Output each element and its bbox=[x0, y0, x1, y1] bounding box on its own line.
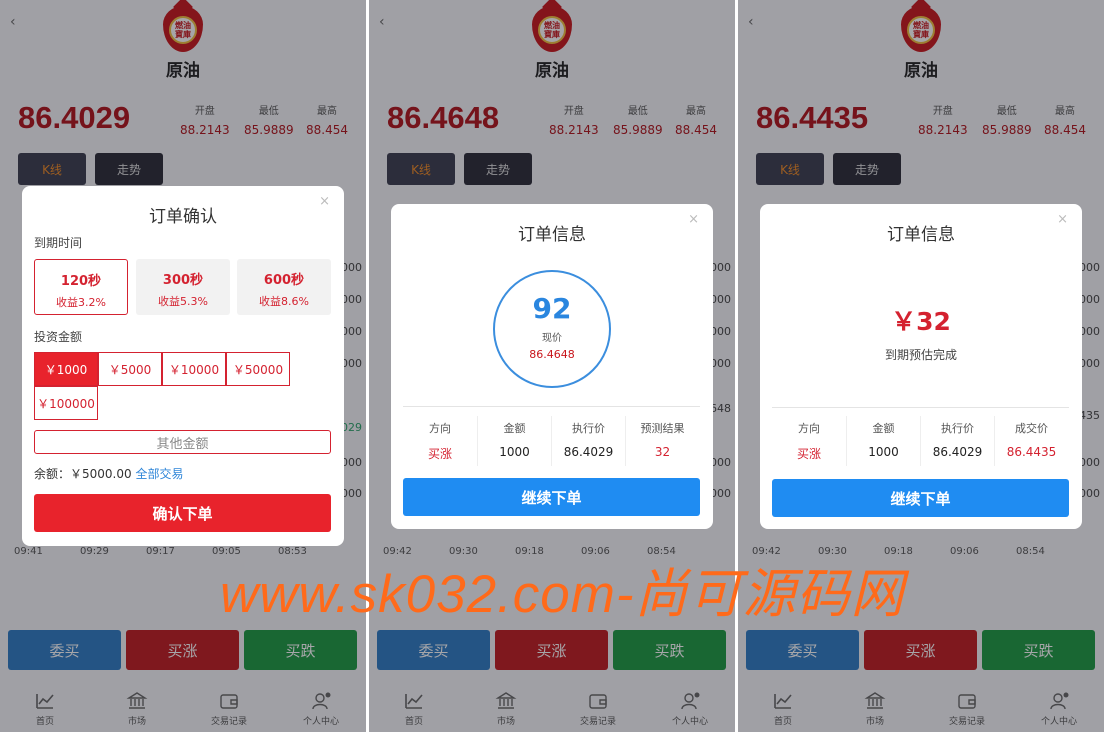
amount-label: 投资金额 bbox=[34, 330, 83, 344]
amount-option-10000[interactable]: ￥10000 bbox=[162, 352, 226, 386]
expiry-time: 600秒 bbox=[263, 273, 305, 288]
summary-value: 1000 bbox=[868, 445, 899, 459]
confirm-order-button[interactable]: 确认下单 bbox=[34, 494, 331, 532]
summary-header: 方向 bbox=[798, 422, 820, 435]
divider bbox=[772, 407, 1069, 408]
summary-header: 执行价 bbox=[941, 422, 974, 435]
amount-option-5000[interactable]: ￥5000 bbox=[98, 352, 162, 386]
summary-forecast: 预测结果 32 bbox=[625, 416, 699, 466]
summary-value: 86.4435 bbox=[1006, 445, 1057, 459]
order-summary: 方向 买涨 金额 1000 执行价 86.4029 成交价 86.4435 bbox=[772, 416, 1069, 466]
all-trade-link[interactable]: 全部交易 bbox=[135, 467, 183, 481]
order-info-dialog: 订单信息 × 92 现价 86.4648 方向 买涨 金额 1000 执行价 8… bbox=[391, 204, 713, 529]
dialog-title: 订单信息 bbox=[518, 225, 586, 245]
amount-option-100000[interactable]: ￥100000 bbox=[34, 386, 98, 420]
order-confirm-dialog: 订单确认 × 到期时间 120秒 收益3.2% 300秒 收益5.3% 600秒… bbox=[22, 186, 344, 546]
order-result-dialog: 订单信息 × ￥32 到期预估完成 方向 买涨 金额 1000 执行价 86.4… bbox=[760, 204, 1082, 529]
summary-header: 执行价 bbox=[572, 422, 605, 435]
close-icon[interactable]: × bbox=[319, 194, 330, 209]
summary-value: 32 bbox=[654, 445, 671, 459]
summary-value: 1000 bbox=[499, 445, 530, 459]
payout-status: 到期预估完成 bbox=[884, 348, 957, 362]
summary-amount: 金额 1000 bbox=[477, 416, 551, 466]
summary-header: 金额 bbox=[872, 422, 895, 435]
expiry-rate: 收益8.6% bbox=[259, 295, 309, 308]
payout-amount: ￥32 bbox=[891, 307, 951, 336]
summary-header: 预测结果 bbox=[640, 422, 685, 435]
close-icon[interactable]: × bbox=[1057, 212, 1068, 227]
summary-header: 金额 bbox=[503, 422, 526, 435]
summary-strike: 执行价 86.4029 bbox=[551, 416, 625, 466]
watermark-text: www.sk032.com-尚可源码网 bbox=[220, 565, 905, 624]
summary-direction: 方向 买涨 bbox=[772, 416, 846, 466]
summary-value: 买涨 bbox=[796, 447, 821, 461]
summary-value: 86.4029 bbox=[563, 445, 614, 459]
dialog-title: 订单确认 bbox=[149, 207, 217, 227]
expiry-option-300[interactable]: 300秒 收益5.3% bbox=[136, 259, 230, 315]
countdown-value: 92 bbox=[532, 292, 572, 325]
current-price-label: 现价 bbox=[542, 333, 562, 344]
amount-option-50000[interactable]: ￥50000 bbox=[226, 352, 290, 386]
expiry-label: 到期时间 bbox=[34, 236, 83, 250]
order-summary: 方向 买涨 金额 1000 执行价 86.4029 预测结果 32 bbox=[403, 416, 700, 466]
balance-text: 余额：￥5000.00 bbox=[34, 467, 132, 481]
summary-header: 方向 bbox=[429, 422, 451, 435]
other-amount-input[interactable]: 其他金额 bbox=[34, 430, 331, 454]
expiry-rate: 收益5.3% bbox=[158, 295, 208, 308]
continue-order-button[interactable]: 继续下单 bbox=[772, 479, 1069, 517]
dialog-title: 订单信息 bbox=[887, 225, 955, 245]
summary-deal-price: 成交价 86.4435 bbox=[994, 416, 1068, 466]
expiry-option-600[interactable]: 600秒 收益8.6% bbox=[237, 259, 331, 315]
summary-value: 86.4029 bbox=[932, 445, 983, 459]
expiry-time: 300秒 bbox=[162, 273, 204, 288]
countdown-circle: 92 现价 86.4648 bbox=[493, 270, 611, 388]
continue-order-button[interactable]: 继续下单 bbox=[403, 478, 700, 516]
expiry-rate: 收益3.2% bbox=[56, 296, 106, 309]
amount-option-1000[interactable]: ￥1000 bbox=[34, 352, 98, 386]
current-price-value: 86.4648 bbox=[529, 348, 575, 361]
expiry-option-120[interactable]: 120秒 收益3.2% bbox=[34, 259, 128, 315]
close-icon[interactable]: × bbox=[688, 212, 699, 227]
expiry-time: 120秒 bbox=[60, 274, 102, 289]
summary-value: 买涨 bbox=[427, 447, 452, 461]
summary-header: 成交价 bbox=[1015, 422, 1048, 435]
summary-strike: 执行价 86.4029 bbox=[920, 416, 994, 466]
balance-info: 余额：￥5000.00 全部交易 bbox=[34, 465, 183, 482]
summary-direction: 方向 买涨 bbox=[403, 416, 477, 466]
summary-amount: 金额 1000 bbox=[846, 416, 920, 466]
divider bbox=[403, 406, 700, 407]
